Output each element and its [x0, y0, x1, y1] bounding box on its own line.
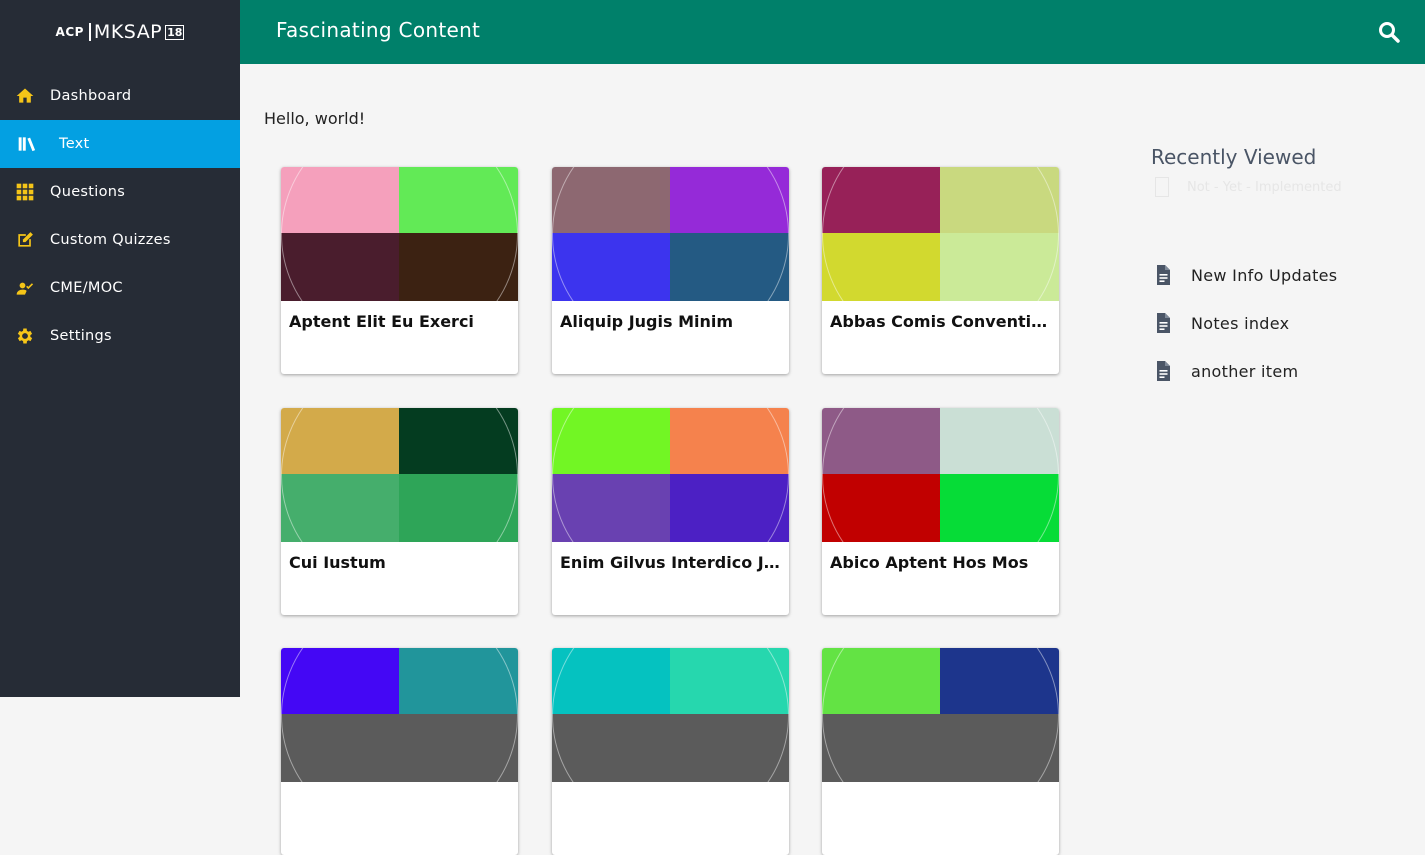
thumbnail-circle — [281, 408, 518, 542]
logo-divider — [88, 23, 91, 41]
sidebar-item-dashboard[interactable]: Dashboard — [0, 72, 240, 120]
books-icon — [17, 134, 37, 154]
thumbnail-circle — [822, 167, 1059, 301]
content-card[interactable]: Abico Aptent Hos Mos — [822, 408, 1059, 615]
document-icon — [1151, 311, 1175, 335]
card-title: Aptent Elit Eu Exerci — [289, 312, 474, 331]
right-panel: Recently Viewed Not - Yet - Implemented … — [1151, 145, 1411, 395]
person-check-icon — [15, 278, 35, 298]
content-card[interactable]: Abbas Comis Conventio Esse — [822, 167, 1059, 374]
content-card[interactable] — [281, 648, 518, 855]
greeting: Hello, world! — [264, 109, 366, 128]
logo-edition: 18 — [165, 24, 185, 40]
sidebar-nav: Dashboard Text Questions Custom Quizzes … — [0, 72, 240, 360]
content-card[interactable] — [822, 648, 1059, 855]
app-logo[interactable]: ACP MKSAP 18 — [0, 0, 240, 64]
placeholder-icon — [1155, 177, 1169, 197]
card-title: Enim Gilvus Interdico Jugis — [560, 553, 789, 572]
sidebar-item-questions[interactable]: Questions — [0, 168, 240, 216]
top-app-bar: Fascinating Content — [240, 0, 1425, 64]
sidebar-item-label: Text — [59, 136, 90, 152]
card-title: Cui Iustum — [289, 553, 386, 572]
link-another-item[interactable]: another item — [1151, 347, 1411, 395]
link-notes-index[interactable]: Notes index — [1151, 299, 1411, 347]
document-icon — [1151, 263, 1175, 287]
search-icon[interactable] — [1377, 20, 1401, 44]
card-thumbnail — [822, 648, 1059, 782]
home-icon — [15, 86, 35, 106]
card-thumbnail — [552, 408, 789, 542]
edit-icon — [15, 230, 35, 250]
sidebar-item-label: Settings — [50, 328, 112, 344]
link-label: New Info Updates — [1191, 265, 1338, 285]
info-links: New Info Updates Notes index another ite… — [1151, 251, 1411, 395]
link-label: Notes index — [1191, 313, 1290, 333]
content-card[interactable] — [552, 648, 789, 855]
link-label: another item — [1191, 361, 1299, 381]
thumbnail-circle — [552, 648, 789, 782]
card-thumbnail — [281, 648, 518, 782]
card-title: Abbas Comis Conventio Esse — [830, 312, 1059, 331]
content-card[interactable]: Aliquip Jugis Minim — [552, 167, 789, 374]
logo-product: MKSAP — [93, 21, 163, 43]
sidebar: ACP MKSAP 18 Dashboard Text Questions Cu… — [0, 0, 240, 697]
card-thumbnail — [822, 408, 1059, 542]
card-thumbnail — [552, 167, 789, 301]
card-thumbnail — [281, 408, 518, 542]
card-thumbnail — [552, 648, 789, 782]
card-title — [281, 782, 518, 793]
gear-icon — [15, 326, 35, 346]
recently-viewed-note: Not - Yet - Implemented — [1187, 179, 1342, 195]
card-thumbnail — [281, 167, 518, 301]
recently-viewed-placeholder: Not - Yet - Implemented — [1151, 177, 1411, 197]
card-title — [822, 782, 1059, 793]
thumbnail-circle — [552, 167, 789, 301]
logo-acp: ACP — [55, 25, 84, 39]
sidebar-item-label: Dashboard — [50, 88, 132, 104]
card-title — [552, 782, 789, 793]
sidebar-item-custom-quizzes[interactable]: Custom Quizzes — [0, 216, 240, 264]
card-thumbnail — [822, 167, 1059, 301]
sidebar-item-label: Custom Quizzes — [50, 232, 171, 248]
content-card[interactable]: Enim Gilvus Interdico Jugis — [552, 408, 789, 615]
sidebar-item-settings[interactable]: Settings — [0, 312, 240, 360]
thumbnail-circle — [281, 167, 518, 301]
card-title: Aliquip Jugis Minim — [560, 312, 734, 331]
content-card[interactable]: Aptent Elit Eu Exerci — [281, 167, 518, 374]
page-title: Fascinating Content — [276, 18, 481, 42]
thumbnail-circle — [822, 648, 1059, 782]
sidebar-item-label: CME/MOC — [50, 280, 123, 296]
thumbnail-circle — [822, 408, 1059, 542]
thumbnail-circle — [281, 648, 518, 782]
document-icon — [1151, 359, 1175, 383]
sidebar-item-cme-moc[interactable]: CME/MOC — [0, 264, 240, 312]
link-new-info-updates[interactable]: New Info Updates — [1151, 251, 1411, 299]
thumbnail-circle — [552, 408, 789, 542]
sidebar-item-label: Questions — [50, 184, 126, 200]
content-card[interactable]: Cui Iustum — [281, 408, 518, 615]
recently-viewed-heading: Recently Viewed — [1151, 145, 1317, 169]
sidebar-item-text[interactable]: Text — [0, 120, 240, 168]
card-title: Abico Aptent Hos Mos — [830, 553, 1029, 572]
grid-icon — [15, 182, 35, 202]
